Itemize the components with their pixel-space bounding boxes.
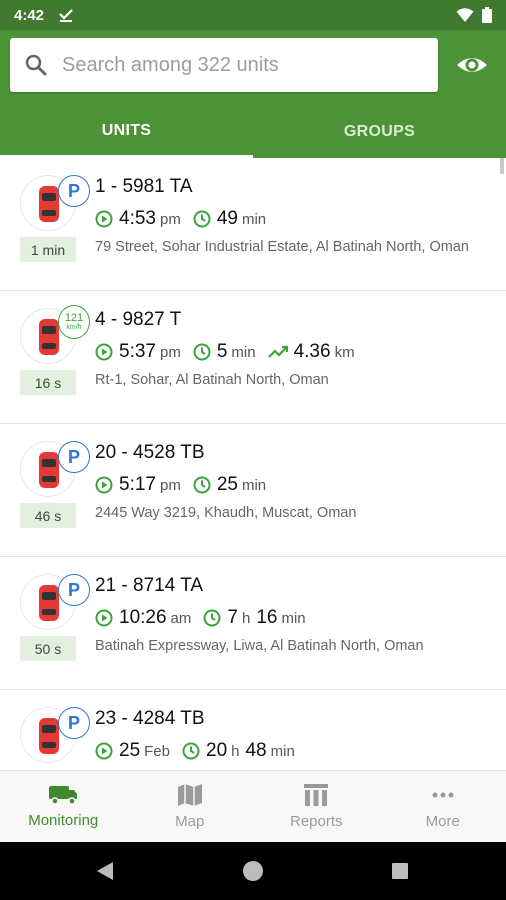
play-circle-icon — [95, 476, 113, 494]
unit-name: 4 - 9827 T — [95, 309, 182, 330]
nav-monitoring-label: Monitoring — [28, 812, 99, 829]
parking-badge: P — [58, 175, 90, 207]
play-circle-icon — [95, 742, 113, 760]
search-placeholder: Search among 322 units — [62, 53, 279, 76]
unit-name: 21 - 8714 TA — [95, 575, 204, 596]
start-time-suffix: pm — [159, 477, 181, 494]
duration-value: 5 — [216, 341, 228, 362]
list-scrollbar[interactable] — [500, 158, 504, 174]
tab-bar: UNITS GROUPS — [0, 106, 506, 158]
unit-address: Rt-1, Sohar, Al Batinah North, Oman — [95, 372, 329, 388]
speed-badge: 121 km/h — [58, 305, 90, 339]
unit-name: 23 - 4284 TB — [95, 708, 205, 729]
map-icon — [177, 784, 202, 806]
nav-more[interactable]: More — [380, 771, 506, 842]
clock-icon — [182, 742, 200, 760]
nav-map-label: Map — [175, 813, 205, 830]
back-icon[interactable] — [95, 861, 115, 881]
parking-badge: P — [58, 707, 90, 739]
last-message-age: 1 min — [20, 237, 76, 262]
duration-unit: min — [241, 211, 267, 228]
play-circle-icon — [95, 210, 113, 228]
duration-unit: min — [241, 477, 267, 494]
parking-badge: P — [58, 574, 90, 606]
speed-value: 121 — [64, 312, 84, 324]
duration-hours-unit: h — [241, 610, 251, 627]
unit-stats: 4:53 pm 49 min — [95, 208, 278, 230]
unit-stats: 25 Feb 20 h 48 min — [95, 740, 307, 762]
wifi-icon — [456, 8, 474, 22]
unit-list[interactable]: P 1 min 1 - 5981 TA 4:53 pm 49 min 79 St… — [0, 158, 506, 770]
search-icon — [25, 54, 47, 76]
nav-monitoring[interactable]: Monitoring — [0, 771, 127, 842]
truck-icon — [49, 786, 78, 805]
unit-row[interactable]: P 1 min 1 - 5981 TA 4:53 pm 49 min 79 St… — [0, 158, 506, 291]
speed-unit: km/h — [66, 324, 82, 331]
status-time: 4:42 — [14, 6, 45, 24]
battery-icon — [482, 7, 492, 23]
start-time-suffix: am — [170, 610, 192, 627]
start-time: 10:26 — [119, 607, 167, 628]
unit-address: 2445 Way 3219, Khaudh, Muscat, Oman — [95, 505, 357, 521]
distance-value: 4.36 — [293, 341, 331, 362]
recents-icon[interactable] — [391, 862, 409, 880]
duration-value: 25 — [216, 474, 238, 495]
play-circle-icon — [95, 609, 113, 627]
reports-icon — [304, 784, 329, 806]
duration-value: 49 — [216, 208, 238, 229]
unit-stats: 5:17 pm 25 min — [95, 474, 278, 496]
distance-unit: km — [334, 344, 355, 361]
last-message-age: 50 s — [20, 636, 76, 661]
unit-row[interactable]: 121 km/h 16 s 4 - 9827 T 5:37 pm 5 min 4… — [0, 291, 506, 424]
unit-row[interactable]: P 23 - 4284 TB 25 Feb 20 h 48 min — [0, 690, 506, 770]
duration-unit: min — [231, 344, 256, 361]
nav-reports-label: Reports — [289, 813, 343, 830]
status-bar: 4:42 — [0, 0, 506, 30]
start-date-month: Feb — [144, 743, 170, 760]
clock-icon — [193, 476, 211, 494]
unit-stats: 5:37 pm 5 min 4.36 km — [95, 341, 367, 363]
unit-row[interactable]: P 46 s 20 - 4528 TB 5:17 pm 25 min 2445 … — [0, 424, 506, 557]
tab-units[interactable]: UNITS — [0, 106, 253, 158]
unit-stats: 10:26 am 7 h 16 min — [95, 607, 318, 629]
start-time: 5:37 — [119, 341, 156, 362]
start-time: 5:17 — [119, 474, 156, 495]
start-time-suffix: pm — [159, 211, 181, 228]
start-time-suffix: pm — [159, 344, 181, 361]
duration-hours-unit: h — [231, 743, 240, 760]
nav-more-label: More — [425, 813, 460, 830]
play-circle-icon — [95, 343, 113, 361]
nav-reports[interactable]: Reports — [253, 771, 380, 842]
start-time: 4:53 — [119, 208, 156, 229]
duration-value: 48 — [245, 740, 267, 761]
last-message-age: 16 s — [20, 370, 76, 395]
start-date: 25 — [119, 740, 141, 761]
unit-address: Batinah Expressway, Liwa, Al Batinah Nor… — [95, 638, 424, 654]
tab-groups[interactable]: GROUPS — [253, 106, 506, 158]
unit-name: 1 - 5981 TA — [95, 176, 193, 197]
bottom-nav: Monitoring Map Reports More — [0, 770, 506, 842]
duration-unit: min — [281, 610, 306, 627]
duration-unit: min — [270, 743, 295, 760]
duration-hours: 7 — [227, 607, 238, 628]
clock-icon — [203, 609, 221, 627]
unit-name: 20 - 4528 TB — [95, 442, 205, 463]
clock-icon — [193, 210, 211, 228]
duration-hours: 20 — [206, 740, 228, 761]
last-message-age: 46 s — [20, 503, 76, 528]
eye-icon[interactable] — [455, 50, 489, 80]
home-icon[interactable] — [242, 860, 264, 882]
parking-badge: P — [58, 441, 90, 473]
more-dots-icon — [432, 792, 454, 798]
search-input[interactable]: Search among 322 units — [10, 38, 438, 92]
check-download-icon — [59, 9, 73, 22]
clock-icon — [193, 343, 211, 361]
app-bar: Search among 322 units UNITS GROUPS — [0, 30, 506, 158]
trend-icon — [267, 345, 288, 358]
nav-map[interactable]: Map — [127, 771, 254, 842]
system-nav-bar — [0, 842, 506, 900]
unit-address: 79 Street, Sohar Industrial Estate, Al B… — [95, 239, 469, 255]
unit-row[interactable]: P 50 s 21 - 8714 TA 10:26 am 7 h 16 min … — [0, 557, 506, 690]
duration-value: 16 — [256, 607, 278, 628]
